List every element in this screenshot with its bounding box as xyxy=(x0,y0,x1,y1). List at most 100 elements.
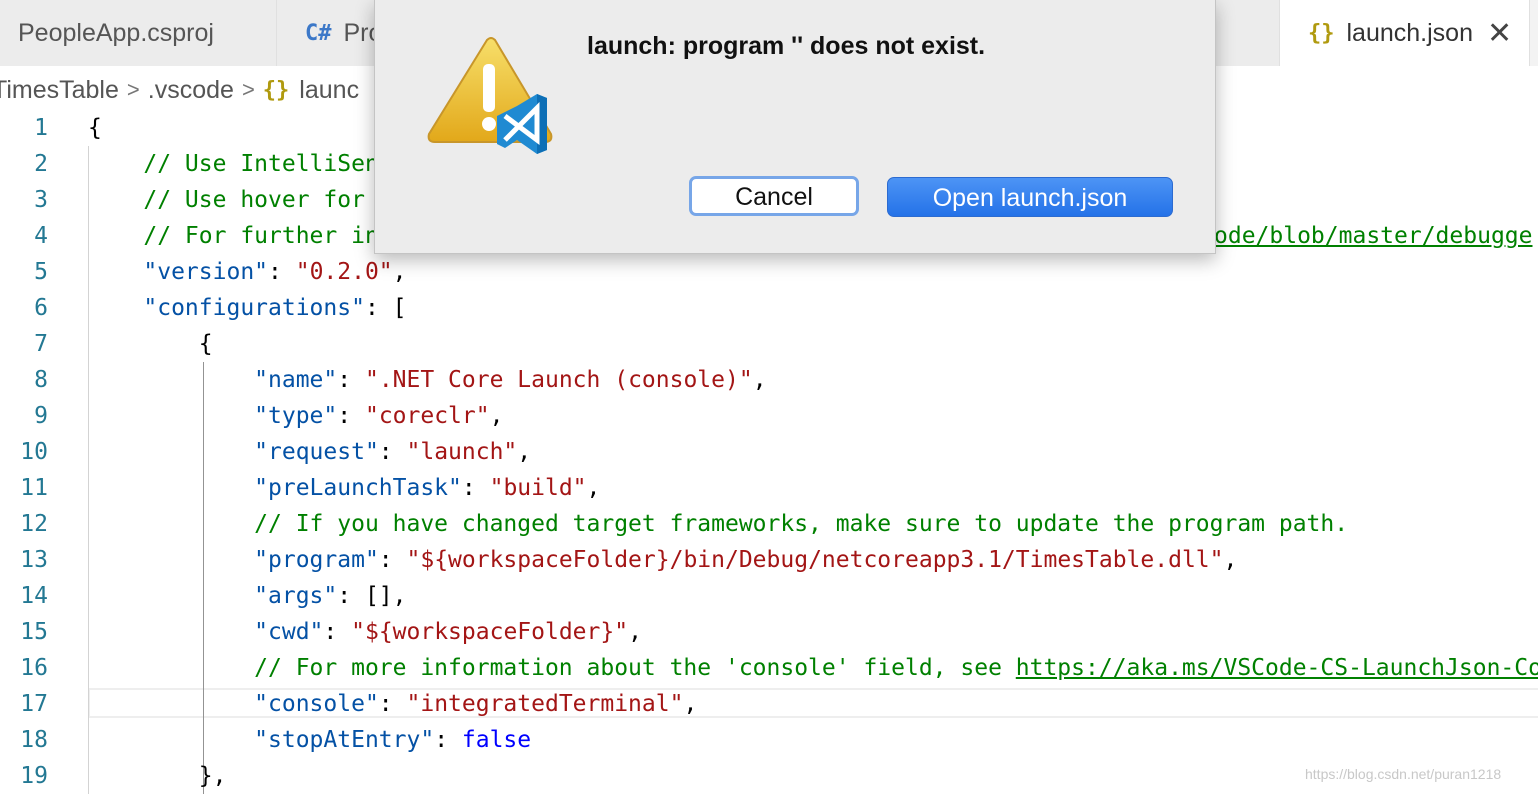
code-token: "integratedTerminal" xyxy=(406,691,684,717)
code-token: , xyxy=(489,403,504,429)
code-line[interactable]: 13 "program": "${workspaceFolder}/bin/De… xyxy=(0,542,1538,578)
code-line[interactable]: 8 "name": ".NET Core Launch (console)", xyxy=(0,362,1538,398)
code-token: , xyxy=(628,619,642,645)
line-number: 19 xyxy=(20,763,48,789)
code-line[interactable]: 12 // If you have changed target framewo… xyxy=(0,506,1538,542)
line-number: 3 xyxy=(34,187,48,213)
code-line[interactable]: 16 // For more information about the 'co… xyxy=(0,650,1538,686)
code-token: , xyxy=(392,259,407,285)
breadcrumb-item-timestable[interactable]: TimesTable xyxy=(0,76,119,105)
code-token: : [ xyxy=(364,295,407,321)
code-token: : xyxy=(461,475,490,501)
code-line[interactable]: 17 "console": "integratedTerminal", xyxy=(0,686,1538,722)
code-token: , xyxy=(517,439,532,465)
code-text: // If you have changed target frameworks… xyxy=(88,506,1348,542)
code-line[interactable]: 15 "cwd": "${workspaceFolder}", xyxy=(0,614,1538,650)
code-token: "stopAtEntry" xyxy=(254,727,435,753)
code-text: "console": "integratedTerminal", xyxy=(88,686,697,722)
code-token[interactable]: https://aka.ms/VSCode-CS-LaunchJson-Cons… xyxy=(1016,655,1538,681)
line-number: 10 xyxy=(20,439,48,465)
code-text: "stopAtEntry": false xyxy=(88,722,531,758)
code-token: false xyxy=(461,727,532,753)
json-braces-icon: {} xyxy=(1308,20,1335,46)
code-token: , xyxy=(752,367,767,393)
code-text: "version": "0.2.0", xyxy=(88,254,407,290)
code-token: "args" xyxy=(254,583,338,609)
chevron-right-icon: > xyxy=(126,77,140,102)
code-token: : xyxy=(378,691,407,717)
line-number: 11 xyxy=(20,475,48,501)
code-text: }, xyxy=(88,758,227,794)
code-line[interactable]: 11 "preLaunchTask": "build", xyxy=(0,470,1538,506)
code-text: // For further in xyxy=(88,218,378,254)
code-text: // Use IntelliSen xyxy=(88,146,378,182)
cancel-button[interactable]: Cancel xyxy=(689,176,859,216)
code-line[interactable]: 10 "request": "launch", xyxy=(0,434,1538,470)
line-number: 5 xyxy=(34,259,48,285)
open-launch-json-button[interactable]: Open launch.json xyxy=(887,177,1173,217)
code-token: : xyxy=(378,439,407,465)
line-number: 4 xyxy=(34,223,48,249)
code-line[interactable]: 7 { xyxy=(0,326,1538,362)
breadcrumb-item-launch-json[interactable]: launc xyxy=(299,76,359,105)
close-icon[interactable]: ✕ xyxy=(1487,16,1512,51)
warning-vscode-icon xyxy=(427,37,553,154)
code-token: // If you have changed target frameworks… xyxy=(88,511,1349,537)
code-token: "${workspaceFolder}" xyxy=(351,619,629,645)
code-text: "preLaunchTask": "build", xyxy=(88,470,600,506)
code-line[interactable]: 5 "version": "0.2.0", xyxy=(0,254,1538,290)
json-braces-icon: {} xyxy=(262,77,290,103)
line-number: 9 xyxy=(34,403,48,429)
code-text: "type": "coreclr", xyxy=(88,398,503,434)
line-number: 18 xyxy=(20,727,48,753)
code-token: : xyxy=(268,259,296,285)
code-text: "program": "${workspaceFolder}/bin/Debug… xyxy=(88,542,1237,578)
code-token: "preLaunchTask" xyxy=(254,475,462,501)
code-token: "coreclr" xyxy=(364,403,490,429)
code-text: "cwd": "${workspaceFolder}", xyxy=(88,614,642,650)
code-token: "configurations" xyxy=(143,295,365,321)
code-token: "build" xyxy=(489,475,587,501)
code-token: : xyxy=(337,403,365,429)
code-text: "request": "launch", xyxy=(88,434,531,470)
code-token: , xyxy=(683,691,698,717)
code-line[interactable]: 14 "args": [], xyxy=(0,578,1538,614)
code-token: // For more information about the 'conso… xyxy=(88,655,1016,681)
code-text: { xyxy=(88,110,102,146)
line-number: 15 xyxy=(20,619,48,645)
code-line[interactable]: 18 "stopAtEntry": false xyxy=(0,722,1538,758)
code-text: "args": [], xyxy=(88,578,407,614)
tab-peopleapp-csproj[interactable]: PeopleApp.csproj xyxy=(0,0,277,66)
code-token: "version" xyxy=(143,259,269,285)
line-number: 6 xyxy=(34,295,48,321)
line-number: 17 xyxy=(20,691,48,717)
code-token: : xyxy=(378,547,407,573)
code-token: "cwd" xyxy=(254,619,324,645)
csharp-icon: C# xyxy=(305,20,332,46)
chevron-right-icon: > xyxy=(241,77,255,102)
line-number: 2 xyxy=(34,151,48,177)
code-text: "name": ".NET Core Launch (console)", xyxy=(88,362,767,398)
code-token: : [], xyxy=(337,583,407,609)
code-token: : xyxy=(337,367,365,393)
breadcrumb-item-vscode[interactable]: .vscode xyxy=(148,76,234,105)
code-token: "name" xyxy=(254,367,338,393)
code-line[interactable]: 6 "configurations": [ xyxy=(0,290,1538,326)
line-number: 8 xyxy=(34,367,48,393)
code-token: "launch" xyxy=(406,439,518,465)
code-text: // For more information about the 'conso… xyxy=(88,650,1538,686)
code-token: // Use hover for xyxy=(88,187,365,213)
code-line[interactable]: 9 "type": "coreclr", xyxy=(0,398,1538,434)
tab-launch-json[interactable]: {} launch.json ✕ xyxy=(1280,0,1530,66)
code-token: , xyxy=(586,475,601,501)
dialog-message: launch: program '' does not exist. xyxy=(587,32,986,60)
